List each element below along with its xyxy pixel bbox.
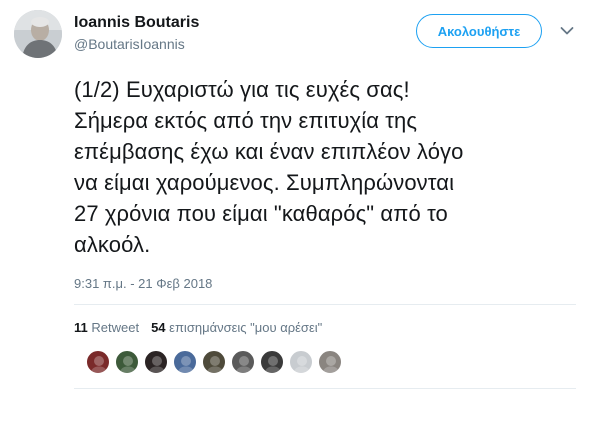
tweet-stats: 11 Retweet 54 επισημάνσεις "μου αρέσει" — [74, 320, 322, 335]
tweet-text-line: επέμβασης έχω και έναν επιπλέον λόγο — [74, 139, 464, 164]
user-avatar-icon — [322, 356, 340, 373]
likes-label: επισημάνσεις "μου αρέσει" — [169, 320, 323, 335]
tweet-text-line: αλκοόλ. — [74, 232, 151, 257]
chevron-down-icon — [560, 27, 574, 35]
liker-avatar[interactable] — [289, 350, 313, 374]
user-avatar-icon — [293, 356, 311, 373]
user-avatar-icon — [148, 356, 166, 373]
liker-avatar[interactable] — [231, 350, 255, 374]
liker-avatar[interactable] — [202, 350, 226, 374]
author-avatar-image — [14, 10, 62, 58]
user-avatar-icon — [264, 356, 282, 373]
more-options-button[interactable] — [558, 22, 576, 40]
user-avatar-icon — [206, 356, 224, 373]
tweet-text-line: να είμαι χαρούμενος. Συμπληρώνονται — [74, 170, 455, 195]
liker-avatar[interactable] — [260, 350, 284, 374]
likes-stat[interactable]: 54 επισημάνσεις "μου αρέσει" — [151, 320, 322, 335]
retweets-stat[interactable]: 11 Retweet — [74, 320, 139, 335]
tweet-text-line: Σήμερα εκτός από την επιτυχία της — [74, 108, 418, 133]
liker-avatar[interactable] — [173, 350, 197, 374]
author-name[interactable]: Ioannis Boutaris — [74, 14, 199, 32]
user-avatar-icon — [119, 356, 137, 373]
divider — [74, 388, 576, 389]
retweets-count: 11 — [74, 320, 88, 335]
divider — [74, 304, 576, 305]
tweet-timestamp[interactable]: 9:31 π.μ. - 21 Φεβ 2018 — [74, 276, 212, 291]
liker-avatar[interactable] — [86, 350, 110, 374]
author-avatar[interactable] — [14, 10, 62, 58]
retweets-label: Retweet — [91, 320, 140, 335]
tweet-text-line: (1/2) Ευχαριστώ για τις ευχές σας! — [74, 77, 410, 102]
user-avatar-icon — [177, 356, 195, 373]
user-avatar-icon — [235, 356, 253, 373]
user-avatar-icon — [90, 356, 108, 373]
follow-button[interactable]: Ακολουθήστε — [416, 14, 542, 48]
liker-avatar[interactable] — [115, 350, 139, 374]
tweet-text-line: 27 χρόνια που είμαι "καθαρός" από το — [74, 201, 448, 226]
tweet-card: Ioannis Boutaris @BoutarisIoannis Ακολου… — [0, 0, 594, 426]
author-handle[interactable]: @BoutarisIoannis — [74, 36, 185, 52]
liker-avatar[interactable] — [144, 350, 168, 374]
tweet-text: (1/2) Ευχαριστώ για τις ευχές σας! Σήμερ… — [74, 74, 574, 260]
liker-avatar[interactable] — [318, 350, 342, 374]
likes-count: 54 — [151, 320, 166, 335]
